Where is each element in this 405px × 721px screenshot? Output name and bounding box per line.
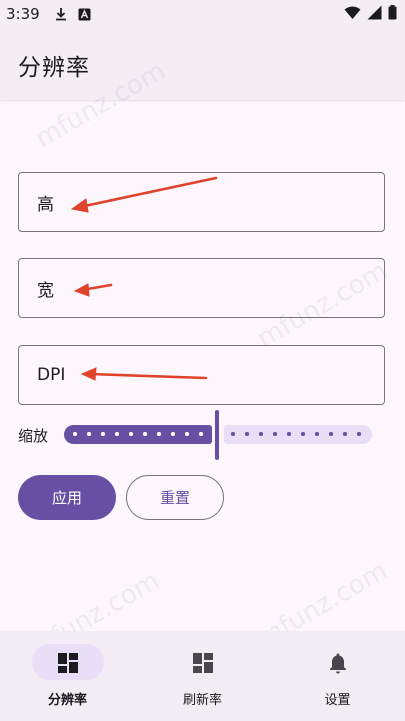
height-field-label: 高 [37,194,54,215]
scale-label: 缩放 [18,427,49,445]
status-bar: 3:39 [0,0,405,28]
battery-icon [388,5,397,24]
nav-item-resolution[interactable]: 分辨率 [0,631,135,721]
nav-item-refresh-rate[interactable]: 刷新率 [135,631,270,721]
status-right-icons [344,5,397,24]
width-field[interactable]: 宽 [18,258,385,318]
slider-active-track [64,425,212,444]
a-box-icon [78,8,91,21]
apply-button[interactable]: 应用 [18,475,116,520]
dashboard-icon [58,653,78,673]
download-icon [54,7,68,21]
bell-icon [330,653,346,674]
slider-inactive-track [224,425,372,444]
dpi-field[interactable]: DPI [18,345,385,405]
slider-thumb[interactable] [215,410,219,460]
nav-label-settings: 设置 [324,693,351,708]
reset-button[interactable]: 重置 [126,475,224,520]
screen: 3:39 分辨率 高 宽 DPI 缩放 应用 重置 mfunz.com mfun… [0,0,405,721]
slider-inactive-ticks [231,432,361,436]
nav-item-settings[interactable]: 设置 [270,631,405,721]
width-field-label: 宽 [37,280,54,301]
slider-active-ticks [73,432,203,436]
page-title: 分辨率 [18,55,90,81]
dashboard-icon [193,653,213,673]
top-app-bar: 分辨率 [0,28,405,100]
bottom-navigation: 分辨率 刷新率 设置 [0,631,405,721]
wifi-icon [344,6,361,24]
signal-icon [367,5,382,24]
nav-label-refresh-rate: 刷新率 [182,693,222,708]
nav-label-resolution: 分辨率 [47,693,87,708]
dpi-field-label: DPI [37,365,66,385]
height-field[interactable]: 高 [18,172,385,232]
scale-slider[interactable] [64,410,374,460]
status-time: 3:39 [6,5,40,23]
